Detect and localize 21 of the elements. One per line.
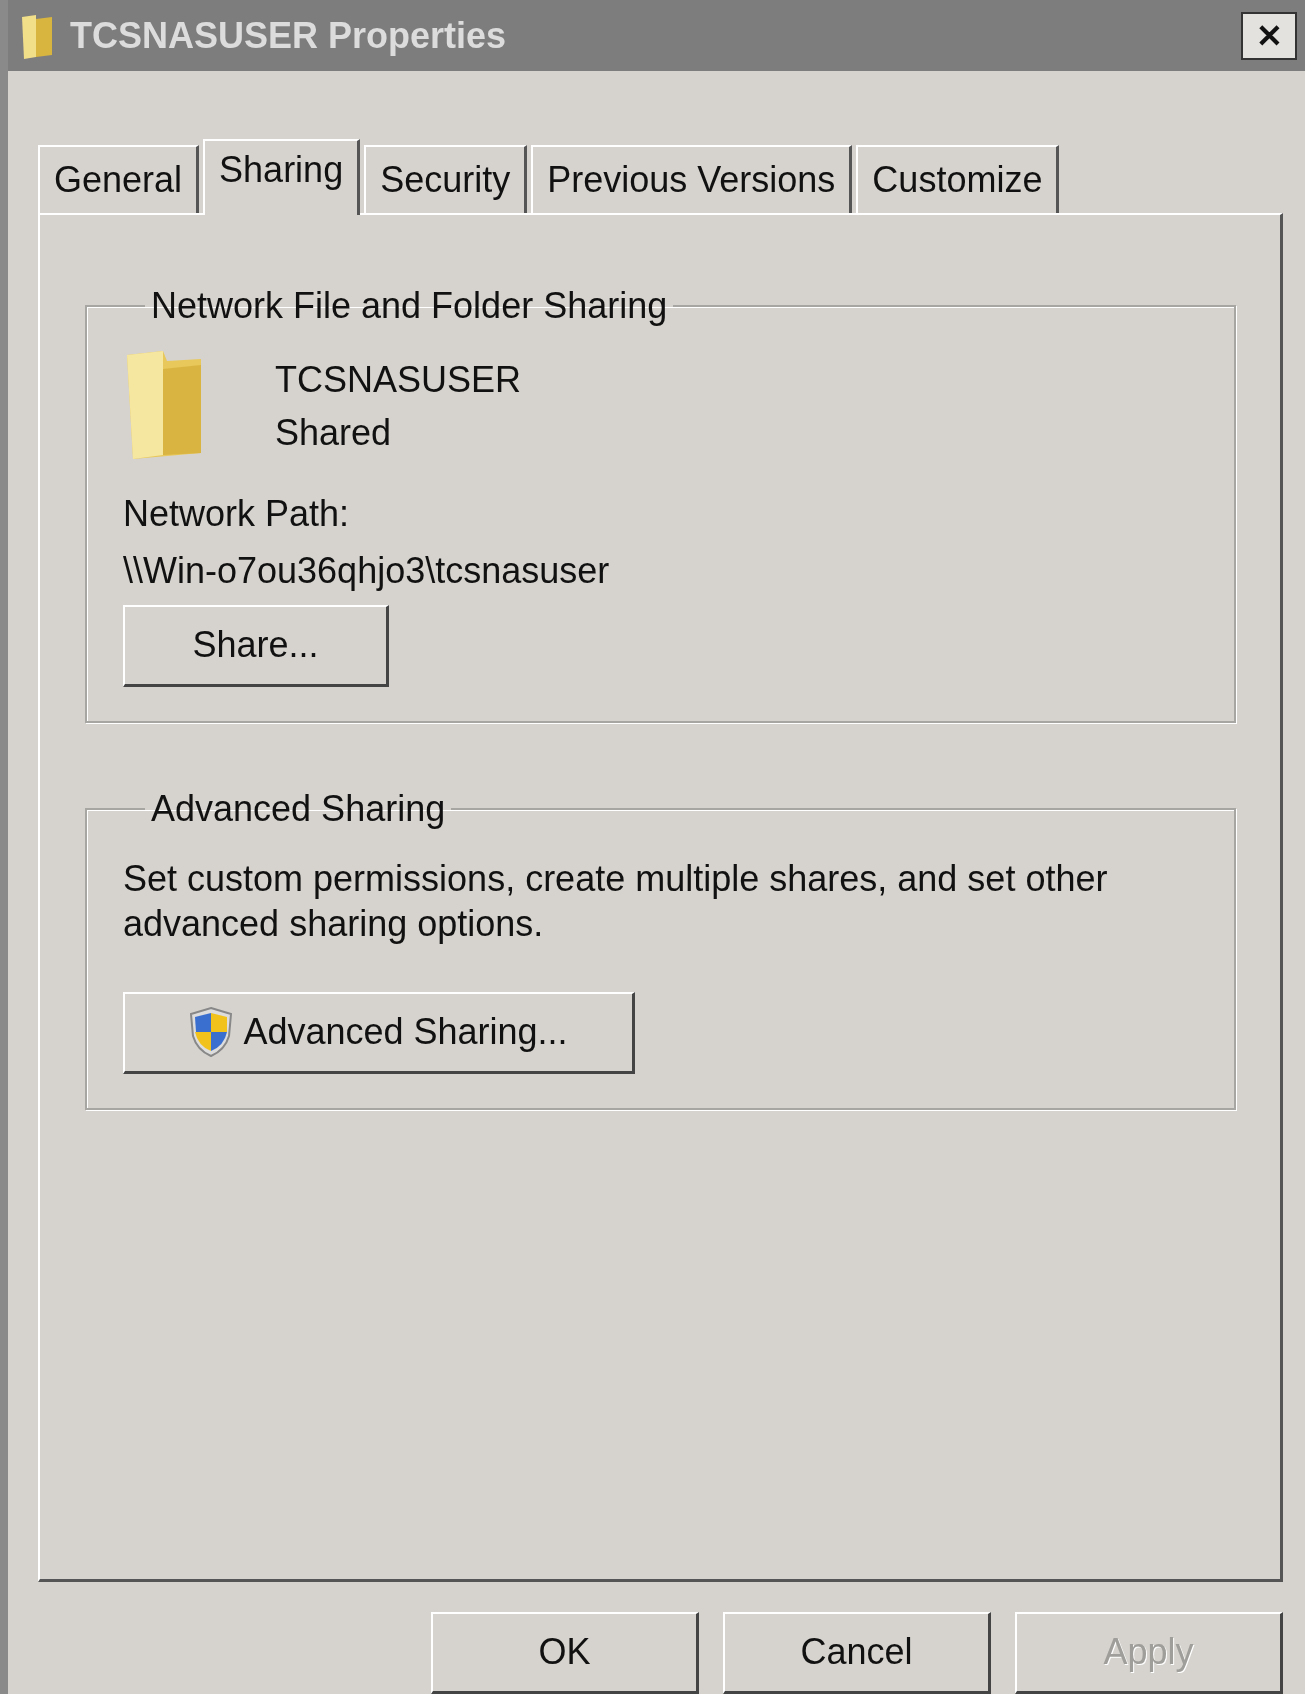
network-path: \\Win-o7ou36qhjo3\tcsnasuser — [123, 548, 611, 593]
tab[interactable]: Security — [364, 144, 528, 213]
group-title: Network File and Folder Sharing — [150, 284, 669, 327]
tab[interactable]: Customize — [856, 144, 1060, 213]
button-label: Advanced Sharing... — [243, 1011, 568, 1054]
folder-icon — [20, 12, 54, 59]
dialog-button[interactable]: OK — [431, 1612, 699, 1694]
group-title: Advanced Sharing — [150, 787, 447, 830]
dialog-button[interactable]: Cancel — [723, 1612, 991, 1694]
window-title: TCSNASUSER Properties — [70, 14, 508, 57]
close-button[interactable]: ✕ — [1241, 11, 1297, 60]
tab[interactable]: General — [38, 144, 200, 213]
path-label: Network Path: — [123, 491, 351, 536]
tab[interactable]: Sharing — [203, 138, 361, 215]
share-status: Shared — [275, 410, 393, 455]
advanced-sharing-button[interactable]: Advanced Sharing... — [123, 991, 635, 1074]
folder-name: TCSNASUSER — [275, 357, 522, 402]
description: Set custom permissions, create multiple shares, and set other advanced sharing options. — [123, 856, 1109, 946]
share-button[interactable]: Share... — [123, 604, 389, 687]
tab[interactable]: Previous Versions — [531, 144, 853, 213]
shield-icon — [189, 1006, 234, 1059]
